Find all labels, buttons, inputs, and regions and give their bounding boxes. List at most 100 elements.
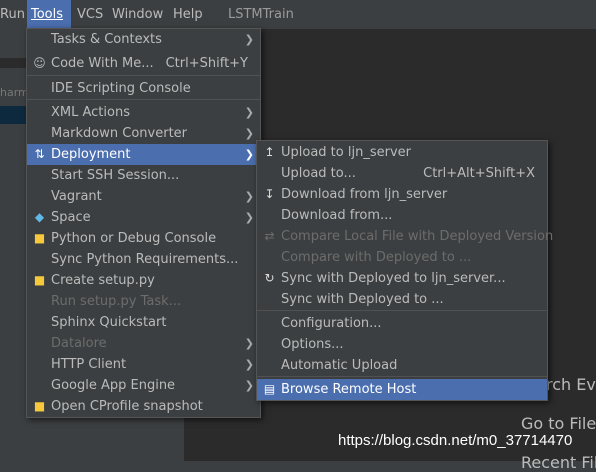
chevron-right-icon: ❯ bbox=[244, 190, 254, 203]
panel-strip bbox=[0, 58, 26, 68]
menu-item-label: Tasks & Contexts bbox=[51, 32, 162, 47]
watermark: https://blog.csdn.net/m0_37714470 bbox=[338, 432, 573, 449]
python-icon: ■ bbox=[33, 399, 46, 413]
chevron-right-icon: ❯ bbox=[244, 106, 254, 119]
menu-item-label: Run setup.py Task... bbox=[51, 294, 182, 309]
menu-item-sync-with-deployed-to[interactable]: Sync with Deployed to ... bbox=[257, 289, 547, 310]
menu-item-label: Sync with Deployed to ljn_server... bbox=[281, 271, 506, 286]
goto-file-hint: Go to File bbox=[521, 414, 596, 433]
menu-item-label: IDE Scripting Console bbox=[51, 81, 191, 96]
menu-item-ide-scripting-console[interactable]: IDE Scripting Console bbox=[27, 78, 260, 99]
menu-item-label: Create setup.py bbox=[51, 273, 155, 288]
menu-item-options[interactable]: Options... bbox=[257, 334, 547, 355]
menu-run[interactable]: Run bbox=[0, 0, 29, 29]
menu-item-label: Markdown Converter bbox=[51, 126, 188, 141]
menu-item-xml-actions[interactable]: XML Actions ❯ bbox=[27, 102, 260, 123]
menu-item-label: Sphinx Quickstart bbox=[51, 315, 167, 330]
menu-item-sync-python-requirements[interactable]: Sync Python Requirements... bbox=[27, 249, 260, 270]
menu-item-label: Open CProfile snapshot bbox=[51, 399, 203, 414]
tools-menu: Tasks & Contexts ❯ ☺ Code With Me... Ctrl+Sh… bbox=[26, 28, 261, 418]
menu-item-label: Compare Local File with Deployed Version bbox=[281, 229, 554, 244]
menu-tools-label: Tools bbox=[31, 7, 64, 22]
menu-item-tasks-contexts[interactable]: Tasks & Contexts ❯ bbox=[27, 29, 260, 50]
menu-item-label: Python or Debug Console bbox=[51, 231, 217, 246]
menu-item-compare-local-file-with-deployed-version: ⇄ Compare Local File with Deployed Versio… bbox=[257, 226, 553, 247]
menu-item-run-setup-py-task: Run setup.py Task... bbox=[27, 291, 260, 312]
menu-window[interactable]: Window bbox=[108, 0, 167, 29]
menu-item-label: Google App Engine bbox=[51, 378, 176, 393]
menu-item-browse-remote-host[interactable]: ▤ Browse Remote Host bbox=[257, 379, 547, 400]
search-everywhere-hint: rch Eve bbox=[546, 375, 596, 394]
chevron-right-icon: ❯ bbox=[244, 148, 254, 161]
menu-item-markdown-converter[interactable]: Markdown Converter ❯ bbox=[27, 123, 260, 144]
menu-item-label: Download from ljn_server bbox=[281, 187, 448, 202]
menu-item-upload-to[interactable]: Upload to... Ctrl+Alt+Shift+X bbox=[257, 163, 547, 184]
user-icon: ☺ bbox=[33, 56, 46, 70]
upload-icon: ↥ bbox=[264, 145, 275, 159]
menu-item-label: Compare with Deployed to ... bbox=[281, 250, 472, 265]
menu-item-label: Vagrant bbox=[51, 189, 102, 204]
python-icon: ■ bbox=[33, 231, 46, 245]
chevron-right-icon: ❯ bbox=[244, 358, 254, 371]
chevron-right-icon: ❯ bbox=[244, 379, 254, 392]
menu-item-label: Space bbox=[51, 210, 91, 225]
menu-item-label: Code With Me... bbox=[51, 56, 154, 71]
menu-separator bbox=[257, 310, 547, 311]
menu-item-space[interactable]: ◆ Space ❯ bbox=[27, 207, 260, 228]
menu-item-sync-with-deployed-to-ljn-server[interactable]: ↻ Sync with Deployed to ljn_server... bbox=[257, 268, 547, 289]
menu-item-label: Upload to ljn_server bbox=[281, 145, 411, 160]
menu-item-open-cprofile-snapshot[interactable]: ■ Open CProfile snapshot bbox=[27, 396, 260, 417]
menu-item-sphinx-quickstart[interactable]: Sphinx Quickstart bbox=[27, 312, 260, 333]
sync-icon: ↻ bbox=[264, 271, 275, 285]
menu-item-start-ssh-session[interactable]: Start SSH Session... bbox=[27, 165, 260, 186]
menu-item-label: XML Actions bbox=[51, 105, 130, 120]
menu-bar: Run Tools VCS Window Help LSTMTrain bbox=[0, 0, 596, 29]
menu-item-label: HTTP Client bbox=[51, 357, 127, 372]
menu-item-label: Automatic Upload bbox=[281, 358, 398, 373]
menu-separator bbox=[27, 75, 260, 76]
menu-item-label: Deployment bbox=[51, 147, 131, 162]
menu-tools[interactable]: Tools bbox=[27, 0, 71, 29]
menu-item-google-app-engine[interactable]: Google App Engine ❯ bbox=[27, 375, 260, 396]
menu-item-compare-with-deployed-to: Compare with Deployed to ... bbox=[257, 247, 547, 268]
menu-item-shortcut: Ctrl+Alt+Shift+X bbox=[423, 166, 535, 181]
space-icon: ◆ bbox=[34, 210, 45, 224]
project-tree-fragment: harm bbox=[0, 86, 29, 99]
deployment-submenu: ↥ Upload to ljn_server Upload to... Ctrl+Al… bbox=[256, 140, 553, 401]
recent-files-hint: Recent Fil bbox=[521, 453, 596, 472]
menu-item-upload-to-ljn-server[interactable]: ↥ Upload to ljn_server bbox=[257, 142, 547, 163]
menu-item-deployment[interactable]: ⇅ Deployment ❯ bbox=[27, 144, 260, 165]
menu-item-label: Sync Python Requirements... bbox=[51, 252, 239, 267]
menu-item-python-or-debug-console[interactable]: ■ Python or Debug Console bbox=[27, 228, 260, 249]
compare-icon: ⇄ bbox=[264, 229, 275, 243]
menu-item-label: Configuration... bbox=[281, 316, 382, 331]
menu-item-download-from-ljn-server[interactable]: ↧ Download from ljn_server bbox=[257, 184, 547, 205]
chevron-right-icon: ❯ bbox=[244, 337, 254, 350]
menu-item-label: Options... bbox=[281, 337, 344, 352]
menu-item-datalore: Datalore ❯ bbox=[27, 333, 260, 354]
download-icon: ↧ bbox=[264, 187, 275, 201]
menu-item-label: Datalore bbox=[51, 336, 107, 351]
menu-item-label: Start SSH Session... bbox=[51, 168, 180, 183]
menu-item-download-from[interactable]: Download from... bbox=[257, 205, 547, 226]
project-tree-selection bbox=[0, 106, 26, 124]
menu-vcs[interactable]: VCS bbox=[73, 0, 107, 29]
project-title: LSTMTrain bbox=[228, 7, 294, 22]
chevron-right-icon: ❯ bbox=[244, 211, 254, 224]
chevron-right-icon: ❯ bbox=[244, 127, 254, 140]
menu-item-create-setup-py[interactable]: ■ Create setup.py bbox=[27, 270, 260, 291]
browse-remote-icon: ▤ bbox=[263, 382, 276, 396]
menu-item-http-client[interactable]: HTTP Client ❯ bbox=[27, 354, 260, 375]
menu-item-label: Browse Remote Host bbox=[281, 382, 417, 397]
menu-item-label: Download from... bbox=[281, 208, 393, 223]
menu-item-shortcut: Ctrl+Shift+Y bbox=[165, 56, 248, 71]
menu-item-automatic-upload[interactable]: Automatic Upload bbox=[257, 355, 547, 376]
menu-item-label: Upload to... bbox=[281, 166, 356, 181]
menu-item-configuration[interactable]: Configuration... bbox=[257, 313, 547, 334]
deployment-icon: ⇅ bbox=[34, 147, 45, 161]
menu-item-label: Sync with Deployed to ... bbox=[281, 292, 444, 307]
menu-item-code-with-me[interactable]: ☺ Code With Me... Ctrl+Shift+Y bbox=[27, 53, 260, 74]
menu-item-vagrant[interactable]: Vagrant ❯ bbox=[27, 186, 260, 207]
chevron-right-icon: ❯ bbox=[244, 33, 254, 46]
menu-help[interactable]: Help bbox=[169, 0, 207, 29]
